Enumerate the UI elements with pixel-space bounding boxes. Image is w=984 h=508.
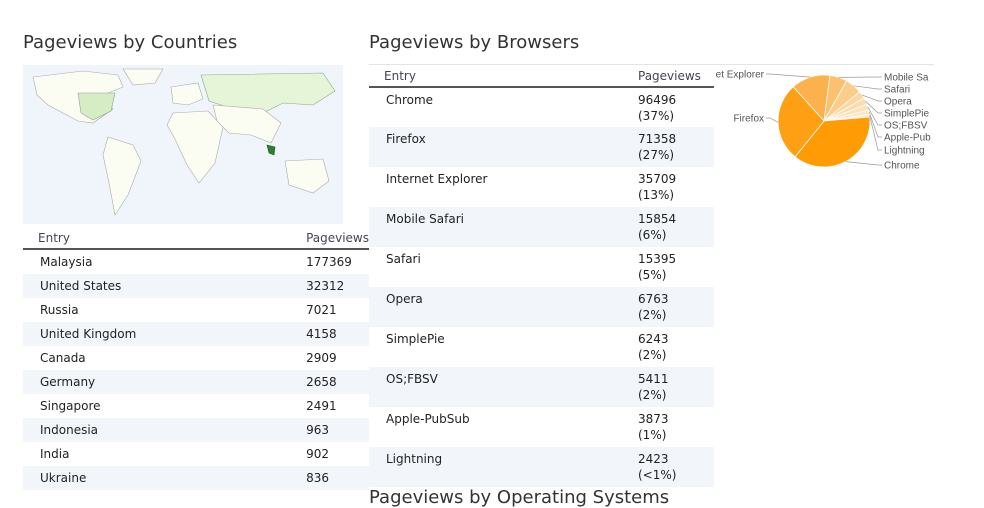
table-row: Ukraine836 bbox=[23, 466, 369, 490]
table-row: Chrome96496(37%) bbox=[369, 87, 714, 127]
country-pageviews: 836 bbox=[306, 466, 369, 490]
pie-label: Opera bbox=[884, 97, 912, 108]
country-pageviews: 4158 bbox=[306, 322, 369, 346]
browser-name: Chrome bbox=[369, 87, 638, 127]
table-row: Mobile Safari15854(6%) bbox=[369, 207, 714, 247]
table-row: Canada2909 bbox=[23, 346, 369, 370]
browser-pageviews: 71358 bbox=[638, 131, 714, 147]
browser-percent: (<1%) bbox=[638, 467, 714, 483]
browser-name: OS;FBSV bbox=[369, 367, 638, 407]
pie-leader-line bbox=[854, 86, 882, 89]
table-row: Internet Explorer35709(13%) bbox=[369, 167, 714, 207]
table-row: Firefox71358(27%) bbox=[369, 127, 714, 167]
table-row: Safari15395(5%) bbox=[369, 247, 714, 287]
table-row: Germany2658 bbox=[23, 370, 369, 394]
pie-leader-line bbox=[869, 112, 882, 137]
table-row: India902 bbox=[23, 442, 369, 466]
table-row: Malaysia177369 bbox=[23, 249, 369, 274]
country-name: Malaysia bbox=[23, 249, 306, 274]
browsers-entry-header[interactable]: Entry bbox=[369, 66, 638, 87]
country-pageviews: 7021 bbox=[306, 298, 369, 322]
browser-name: Apple-PubSub bbox=[369, 407, 638, 447]
browsers-pageviews-header[interactable]: Pageviews bbox=[638, 66, 714, 87]
table-row: Russia7021 bbox=[23, 298, 369, 322]
browser-pie-chart[interactable]: et Explorer Mobile SaSafariOperaSimplePie… bbox=[714, 64, 948, 174]
country-name: United Kingdom bbox=[23, 322, 306, 346]
browser-percent: (5%) bbox=[638, 267, 714, 283]
country-pageviews: 2909 bbox=[306, 346, 369, 370]
pie-label: Apple-Pub bbox=[884, 133, 931, 144]
browser-pageviews: 96496 bbox=[638, 92, 714, 108]
world-map-graphic bbox=[23, 65, 343, 224]
pie-leader-line bbox=[766, 118, 778, 122]
pie-label: SimplePie bbox=[884, 109, 929, 120]
world-map[interactable] bbox=[23, 65, 343, 224]
country-name: United States bbox=[23, 274, 306, 298]
country-name: Canada bbox=[23, 346, 306, 370]
browser-percent: (27%) bbox=[638, 147, 714, 163]
table-row: Indonesia963 bbox=[23, 418, 369, 442]
browser-name: Internet Explorer bbox=[369, 167, 638, 207]
browser-name: Lightning bbox=[369, 447, 638, 487]
pie-label: Firefox bbox=[733, 114, 764, 125]
os-title: Pageviews by Operating Systems bbox=[369, 487, 669, 508]
table-row: SimplePie6243(2%) bbox=[369, 327, 714, 367]
browser-name: SimplePie bbox=[369, 327, 638, 367]
browser-pageviews: 2423 bbox=[638, 451, 714, 467]
table-row: Apple-PubSub3873(1%) bbox=[369, 407, 714, 447]
pie-leader-line bbox=[846, 162, 882, 165]
country-name: India bbox=[23, 442, 306, 466]
table-row: Singapore2491 bbox=[23, 394, 369, 418]
country-name: Germany bbox=[23, 370, 306, 394]
pie-label: Safari bbox=[884, 85, 910, 96]
pie-leader-line bbox=[766, 74, 810, 77]
country-pageviews: 2658 bbox=[306, 370, 369, 394]
country-pageviews: 32312 bbox=[306, 274, 369, 298]
browser-pageviews: 35709 bbox=[638, 171, 714, 187]
browser-percent: (2%) bbox=[638, 347, 714, 363]
countries-entry-header[interactable]: Entry bbox=[23, 228, 306, 249]
table-row: Lightning2423(<1%) bbox=[369, 447, 714, 487]
countries-table: Entry Pageviews Malaysia177369 United St… bbox=[23, 228, 369, 490]
browser-pageviews: 15395 bbox=[638, 251, 714, 267]
country-name: Indonesia bbox=[23, 418, 306, 442]
browser-percent: (2%) bbox=[638, 387, 714, 403]
browsers-title: Pageviews by Browsers bbox=[369, 32, 579, 53]
browser-name: Opera bbox=[369, 287, 638, 327]
browser-pageviews: 5411 bbox=[638, 371, 714, 387]
browser-percent: (13%) bbox=[638, 187, 714, 203]
country-pageviews: 963 bbox=[306, 418, 369, 442]
country-pageviews: 902 bbox=[306, 442, 369, 466]
pie-label: Mobile Sa bbox=[884, 73, 929, 84]
country-name: Ukraine bbox=[23, 466, 306, 490]
browser-pageviews: 6763 bbox=[638, 291, 714, 307]
browser-percent: (37%) bbox=[638, 108, 714, 124]
pie-label: Lightning bbox=[884, 146, 925, 157]
browser-percent: (1%) bbox=[638, 427, 714, 443]
browser-name: Safari bbox=[369, 247, 638, 287]
countries-title: Pageviews by Countries bbox=[23, 32, 237, 53]
pie-label: OS;FBSV bbox=[884, 121, 928, 132]
table-row: United States32312 bbox=[23, 274, 369, 298]
browser-percent: (2%) bbox=[638, 307, 714, 323]
pie-label: et Explorer bbox=[716, 70, 765, 81]
country-name: Singapore bbox=[23, 394, 306, 418]
browser-pageviews: 15854 bbox=[638, 211, 714, 227]
browser-pie-svg: et Explorer Mobile SaSafariOperaSimplePie… bbox=[714, 64, 948, 174]
browser-pageviews: 3873 bbox=[638, 411, 714, 427]
countries-pageviews-header[interactable]: Pageviews bbox=[306, 228, 369, 249]
browser-pageviews: 6243 bbox=[638, 331, 714, 347]
browser-percent: (6%) bbox=[638, 227, 714, 243]
browser-name: Firefox bbox=[369, 127, 638, 167]
table-row: Opera6763(2%) bbox=[369, 287, 714, 327]
table-row: OS;FBSV5411(2%) bbox=[369, 367, 714, 407]
country-pageviews: 2491 bbox=[306, 394, 369, 418]
country-name: Russia bbox=[23, 298, 306, 322]
table-row: United Kingdom4158 bbox=[23, 322, 369, 346]
country-pageviews: 177369 bbox=[306, 249, 369, 274]
pie-label: Chrome bbox=[884, 161, 920, 172]
browser-name: Mobile Safari bbox=[369, 207, 638, 247]
browsers-table: Entry Pageviews Chrome96496(37%) Firefox… bbox=[369, 66, 714, 487]
